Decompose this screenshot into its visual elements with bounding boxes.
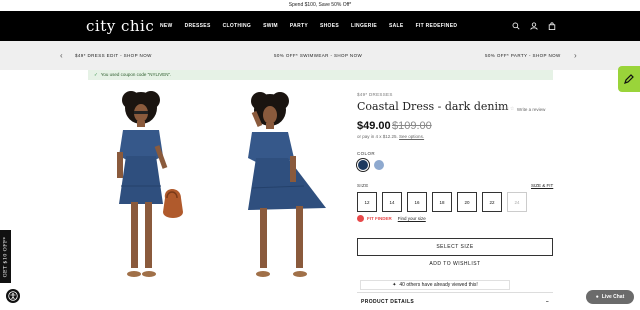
offer-party[interactable]: 50% OFF* PARTY - SHOP NOW [485, 41, 561, 70]
afterpay-info: or pay in 4 x $12.25. See options. [357, 134, 424, 139]
chevron-left-icon[interactable]: ‹ [60, 41, 63, 70]
nav-item-shoes[interactable]: SHOES [320, 23, 339, 29]
product-title: Coastal Dress - dark denim [357, 100, 509, 113]
size-option-22[interactable]: 22 [482, 192, 502, 212]
add-to-wishlist-button[interactable]: ADD TO WISHLIST [357, 261, 553, 269]
minus-icon: – [545, 298, 549, 305]
chat-icon: ● [595, 294, 599, 300]
account-icon[interactable] [530, 22, 538, 30]
fit-finder-icon [357, 215, 364, 222]
promo-strip[interactable]: Spend $100, Save 50% Off* [0, 0, 640, 11]
accessibility-button[interactable] [6, 289, 20, 303]
select-size-button[interactable]: SELECT SIZE [357, 238, 553, 256]
coupon-text: You used coupon code "NYLIVEN". [100, 72, 172, 77]
get-discount-tab[interactable]: GET $10 OFF* [0, 230, 11, 283]
size-option-18[interactable]: 18 [432, 192, 452, 212]
top-navbar: city chic NEW DRESSES CLOTHING SWIM PART… [0, 11, 640, 41]
viewed-notice: ✦ 40 others have already viewed this! [360, 280, 510, 290]
sparkle-icon: ✦ [392, 282, 397, 288]
feedback-tab[interactable] [618, 66, 640, 92]
brand-logo[interactable]: city chic [86, 17, 154, 35]
coupon-notice: ✓ You used coupon code "NYLIVEN". [88, 70, 553, 80]
nav-item-fit-redefined[interactable]: FIT REDEFINED [416, 23, 458, 29]
pencil-icon [624, 74, 634, 84]
offer-swimwear[interactable]: 50% OFF* SWIMWEAR - SHOP NOW [274, 41, 362, 70]
size-option-12[interactable]: 12 [357, 192, 377, 212]
breadcrumb[interactable]: $49* DRESSES [357, 92, 393, 97]
size-option-24[interactable]: 24 [507, 192, 527, 212]
offers-bar: ‹ $49* DRESS EDIT - SHOP NOW 50% OFF* SW… [0, 41, 640, 70]
nav-item-swim[interactable]: SWIM [263, 23, 278, 29]
color-swatch-dark-denim[interactable] [358, 160, 368, 170]
fit-finder[interactable]: FIT FINDER Find your size [357, 215, 426, 222]
chevron-right-icon[interactable]: › [574, 41, 577, 70]
viewed-text: 40 others have already viewed this! [399, 282, 478, 288]
nav-item-dresses[interactable]: DRESSES [185, 23, 211, 29]
search-icon[interactable] [512, 22, 520, 30]
size-option-16[interactable]: 16 [407, 192, 427, 212]
product-details-accordion[interactable]: PRODUCT DETAILS – [357, 292, 553, 310]
product-image-front[interactable] [93, 86, 217, 296]
review-widget[interactable]: ☆☆☆☆☆ Write a review [490, 106, 545, 112]
product-details-label: PRODUCT DETAILS [361, 298, 415, 305]
live-chat-button[interactable]: ● Live Chat [586, 290, 634, 304]
find-size-link[interactable]: Find your size [398, 216, 426, 221]
color-label: COLOR [357, 151, 376, 156]
size-option-20[interactable]: 20 [457, 192, 477, 212]
color-swatch-light-denim[interactable] [374, 160, 384, 170]
offer-dress-edit[interactable]: $49* DRESS EDIT - SHOP NOW [75, 41, 152, 70]
accessibility-icon [8, 291, 18, 301]
nav-icons [512, 11, 556, 41]
get-discount-label: GET $10 OFF* [2, 236, 9, 277]
nav-item-sale[interactable]: SALE [389, 23, 404, 29]
size-label: SIZE [357, 183, 369, 188]
check-icon: ✓ [94, 72, 98, 77]
bag-icon[interactable] [548, 22, 556, 30]
main-nav: NEW DRESSES CLOTHING SWIM PARTY SHOES LI… [160, 11, 457, 41]
nav-item-party[interactable]: PARTY [290, 23, 308, 29]
nav-item-new[interactable]: NEW [160, 23, 173, 29]
product-image-back[interactable] [230, 86, 354, 296]
nav-item-lingerie[interactable]: LINGERIE [351, 23, 377, 29]
rating-stars-icon: ☆☆☆☆☆ [490, 106, 515, 112]
sale-price: $49.00 [357, 120, 391, 132]
size-fit-link[interactable]: SIZE & FIT [531, 183, 553, 188]
fit-finder-label: FIT FINDER [367, 216, 392, 221]
write-review-link[interactable]: Write a review [517, 107, 545, 112]
live-chat-label: Live Chat [601, 294, 625, 300]
afterpay-text: or pay in 4 x $12.25. [357, 134, 398, 139]
afterpay-options-link[interactable]: See options. [399, 134, 424, 139]
original-price: $109.00 [392, 120, 432, 132]
size-option-14[interactable]: 14 [382, 192, 402, 212]
nav-item-clothing[interactable]: CLOTHING [223, 23, 252, 29]
